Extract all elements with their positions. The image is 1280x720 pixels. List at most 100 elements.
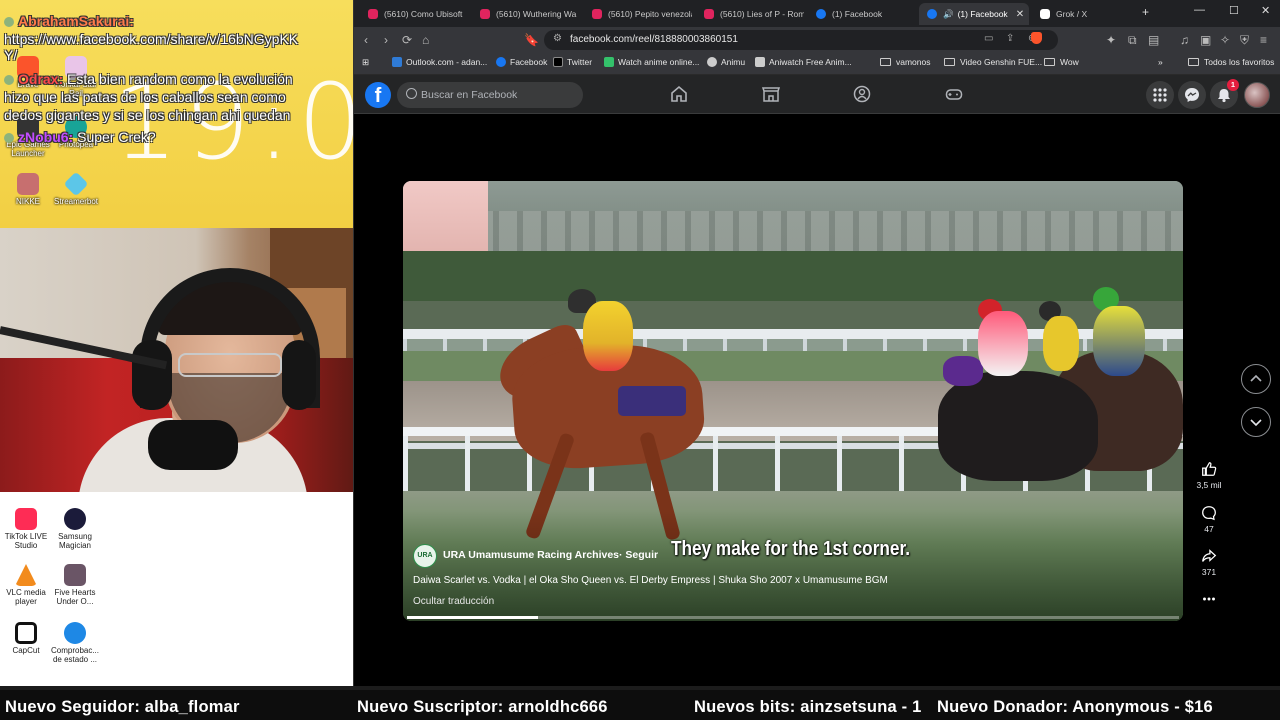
share-icon[interactable]: ⇪ — [1006, 33, 1014, 44]
desktop-icon-health-check[interactable]: Comprobac... de estado ... — [47, 622, 103, 664]
facebook-logo[interactable]: f — [365, 82, 391, 108]
messenger-button[interactable] — [1178, 81, 1206, 109]
bookmark-watch-anime[interactable]: Watch anime online... — [604, 57, 699, 67]
bookmark-label: Video Genshin FUE... — [960, 57, 1043, 67]
all-bookmarks-folder[interactable]: Todos los favoritos — [1188, 57, 1274, 67]
tab-title: (1) Facebook — [957, 9, 1008, 19]
extensions-icon[interactable]: ⧉ — [1128, 33, 1137, 47]
home-button[interactable]: ⌂ — [422, 33, 429, 47]
bookmarks-overflow-button[interactable]: » — [1158, 57, 1163, 67]
apps-grid-icon[interactable]: ⊞ — [362, 57, 369, 68]
bookmark-label: Twitter — [567, 57, 593, 67]
stream-overlay: 19:0 Brave Honkai Star Rail Epic Games L… — [0, 0, 356, 690]
desktop-icon-tiktok-live[interactable]: TikTok LIVE Studio — [0, 508, 54, 550]
more-options-button[interactable] — [1192, 592, 1226, 606]
music-icon[interactable]: ♫ — [1180, 33, 1189, 47]
sidebar-icon[interactable]: ▤ — [1148, 33, 1159, 47]
leo-icon[interactable]: ✦ — [1106, 33, 1116, 47]
comment-button[interactable]: 47 — [1192, 504, 1226, 534]
url-text[interactable]: facebook.com/reel/818880003860151 — [570, 34, 738, 45]
home-icon[interactable] — [669, 84, 689, 104]
youtube-icon — [480, 9, 490, 19]
comment-count: 47 — [1204, 524, 1214, 534]
chevron-down-icon — [1250, 419, 1262, 427]
reel-video[interactable]: They make for the 1st corner. URA URA Um… — [403, 181, 1183, 621]
reel-caption: Daiwa Scarlet vs. Vodka | el Oka Sho Que… — [413, 575, 888, 586]
tab-facebook-active[interactable]: 🔊 (1) Facebook ✕ — [919, 3, 1029, 25]
bookmark-folder-wow[interactable]: Wow — [1044, 57, 1079, 67]
chevron-up-icon — [1250, 374, 1262, 382]
grid-menu-icon — [1153, 88, 1167, 102]
desktop-icon-five-hearts[interactable]: Five Hearts Under O... — [47, 564, 103, 606]
search-input[interactable] — [421, 82, 579, 108]
nikke-icon — [17, 173, 39, 195]
desktop-icon-capcut[interactable]: CapCut — [0, 622, 54, 655]
gaming-icon[interactable] — [944, 84, 964, 104]
facebook-search[interactable] — [397, 82, 583, 108]
chat-username: zNobu6: — [18, 129, 74, 145]
desktop-icon-samsung-magician[interactable]: Samsung Magician — [47, 508, 103, 550]
facebook-header: f 1 — [354, 75, 1280, 114]
tab-facebook-1[interactable]: (1) Facebook — [808, 3, 916, 25]
channel-name-text: URA Umamusume Racing Archives — [443, 549, 620, 561]
ai-icon[interactable]: ✧ — [1220, 33, 1230, 47]
hide-translation-link[interactable]: Ocultar traducción — [413, 596, 494, 607]
menu-icon[interactable]: ≡ — [1260, 33, 1267, 47]
share-button[interactable]: 371 — [1192, 547, 1226, 577]
channel-name[interactable]: URA Umamusume Racing Archives — [443, 549, 619, 561]
bookmark-animu[interactable]: Animu — [707, 57, 745, 67]
desktop-icon-label: Streamerbot — [53, 197, 99, 206]
bookmark-folder-genshin[interactable]: Video Genshin FUE... — [944, 57, 1042, 67]
close-icon[interactable]: ✕ — [1016, 9, 1024, 20]
share-count: 371 — [1201, 567, 1217, 577]
channel-avatar[interactable]: URA — [413, 544, 437, 568]
bookmark-outlook[interactable]: Outlook.com - adan... — [392, 57, 487, 67]
profile-avatar[interactable] — [1244, 82, 1270, 108]
tab-youtube-4[interactable]: (5610) Lies of P - Rom — [696, 3, 804, 25]
desktop-wallpaper-top: 19:0 Brave Honkai Star Rail Epic Games L… — [0, 0, 353, 228]
marketplace-icon[interactable] — [761, 84, 781, 104]
bookmark-icon[interactable]: 🔖 — [524, 33, 539, 47]
forward-button[interactable]: › — [384, 33, 388, 47]
bookmarks-bar: ⊞ Outlook.com - adan... Facebook Twitter… — [354, 53, 1280, 75]
back-button[interactable]: ‹ — [364, 33, 368, 47]
brave-shield-icon[interactable] — [1031, 32, 1042, 44]
tab-youtube-2[interactable]: (5610) Wuthering Wa — [472, 3, 580, 25]
folder-icon — [1188, 58, 1199, 66]
tab-youtube-1[interactable]: (5610) Como Ubisoft — [360, 3, 468, 25]
bookmark-aniwatch[interactable]: Aniwatch Free Anim... — [755, 57, 852, 67]
streamerbot-icon — [63, 171, 89, 197]
maximize-button[interactable]: ☐ — [1229, 4, 1239, 17]
desktop-icon-vlc[interactable]: VLC media player — [0, 564, 54, 606]
desktop-icon-label: VLC media player — [6, 588, 46, 606]
wallet-icon[interactable]: ▣ — [1200, 33, 1211, 47]
chat-message-line: https://www.facebook.com/share/v/16bNGyp… — [4, 31, 299, 47]
follow-button[interactable]: · Seguir — [619, 549, 658, 561]
heart-pulse-icon — [64, 622, 86, 644]
youtube-icon — [368, 9, 378, 19]
bookmark-twitter[interactable]: Twitter — [553, 57, 592, 67]
share-arrow-icon — [1202, 549, 1217, 562]
video-progress-bar[interactable] — [407, 616, 1179, 619]
site-info-icon[interactable]: ⚙ — [553, 33, 562, 44]
window-close-button[interactable]: ✕ — [1261, 4, 1270, 17]
desktop-icon-label: Comprobac... de estado ... — [50, 646, 100, 664]
cast-icon[interactable]: ▭ — [984, 33, 993, 44]
desktop-icon-label: Five Hearts Under O... — [54, 588, 96, 606]
next-reel-button[interactable] — [1241, 407, 1271, 437]
reload-button[interactable]: ⟳ — [402, 33, 412, 47]
address-bar[interactable]: ⚙ facebook.com/reel/818880003860151 ▭ ⇪ … — [544, 30, 1058, 50]
tab-grok[interactable]: Grok / X — [1032, 3, 1136, 25]
desktop-icon-streamerbot[interactable]: Streamerbot — [48, 171, 104, 206]
vpn-icon[interactable]: ⛨ — [1240, 33, 1249, 47]
new-tab-button[interactable]: + — [1142, 5, 1149, 19]
bookmark-folder-vamonos[interactable]: vamonos — [880, 57, 931, 67]
like-button[interactable]: 3,5 mil — [1192, 460, 1226, 490]
minimize-button[interactable]: — — [1194, 4, 1205, 16]
tab-youtube-3[interactable]: (5610) Pepito venezola — [584, 3, 692, 25]
menu-button[interactable] — [1146, 81, 1174, 109]
bookmark-facebook[interactable]: Facebook — [496, 57, 547, 67]
folder-icon — [1044, 58, 1055, 66]
groups-icon[interactable] — [852, 84, 872, 104]
previous-reel-button[interactable] — [1241, 364, 1271, 394]
